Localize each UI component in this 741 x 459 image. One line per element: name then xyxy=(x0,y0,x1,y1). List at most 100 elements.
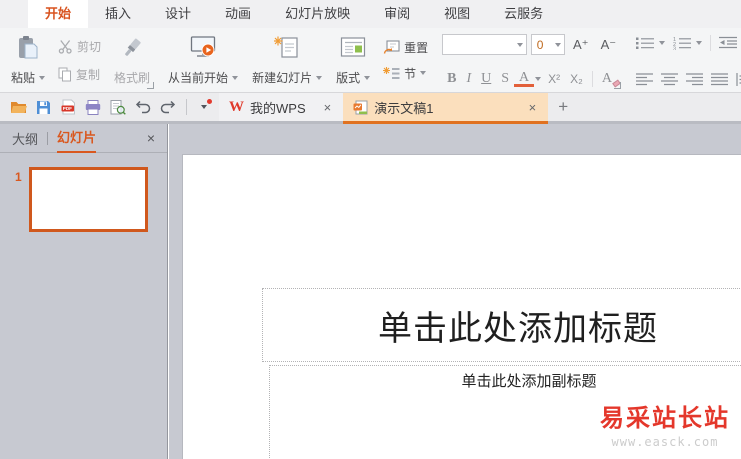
superscript-button[interactable]: X² xyxy=(543,72,565,86)
cut-icon xyxy=(58,39,73,54)
decrease-indent-button[interactable] xyxy=(715,35,741,50)
watermark-title: 易采站长站 xyxy=(600,406,730,432)
layout-button[interactable]: 版式 xyxy=(329,28,377,92)
add-tab-button[interactable]: + xyxy=(548,93,578,124)
menu-tab-slideshow[interactable]: 幻灯片放映 xyxy=(268,0,367,28)
toolbar-separator xyxy=(186,99,187,115)
chevron-down-icon[interactable] xyxy=(535,77,542,81)
menu-tab-design[interactable]: 设计 xyxy=(148,0,208,28)
menu-tab-review[interactable]: 审阅 xyxy=(367,0,427,28)
title-placeholder[interactable]: 单击此处添加标题 xyxy=(262,288,741,362)
font-size-select[interactable]: 0 xyxy=(530,34,566,55)
print-preview-icon xyxy=(110,99,126,115)
presentation-doc-icon xyxy=(353,100,368,115)
format-painter-icon xyxy=(120,35,144,61)
document-tab-bar: PDF W 我的WPS × 演示文稿1 × + xyxy=(0,93,741,124)
save-button[interactable] xyxy=(33,96,53,118)
save-icon xyxy=(36,100,50,114)
paste-icon xyxy=(16,35,40,61)
grow-font-button[interactable]: A⁺ xyxy=(569,37,593,53)
paste-label: 粘贴 xyxy=(11,71,36,85)
italic-button[interactable]: I xyxy=(461,71,476,87)
clear-format-label: A xyxy=(601,71,612,86)
notification-dot xyxy=(207,99,212,104)
bullet-list-button[interactable] xyxy=(632,35,669,51)
distribute-button[interactable] xyxy=(732,72,741,87)
svg-text:PDF: PDF xyxy=(62,106,71,111)
chevron-down-icon xyxy=(232,75,239,80)
menu-tab-insert[interactable]: 插入 xyxy=(88,0,148,28)
font-color-button[interactable]: A xyxy=(514,71,535,87)
export-pdf-button[interactable]: PDF xyxy=(58,96,78,118)
align-center-button[interactable] xyxy=(657,72,682,87)
layout-label: 版式 xyxy=(336,71,361,85)
tab-outline[interactable]: 大纲 xyxy=(12,129,38,148)
font-size-value: 0 xyxy=(536,37,544,52)
slide-thumbnail[interactable] xyxy=(29,167,148,232)
wps-logo-icon: W xyxy=(229,98,244,115)
print-preview-button[interactable] xyxy=(108,96,128,118)
close-icon[interactable]: × xyxy=(527,100,539,115)
chevron-down-icon xyxy=(659,40,666,45)
redo-button[interactable] xyxy=(158,96,178,118)
new-slide-button[interactable]: 新建幻灯片 xyxy=(245,28,329,92)
dialog-launcher-icon[interactable] xyxy=(147,82,155,89)
watermark-url: www.easck.com xyxy=(611,435,719,449)
print-button[interactable] xyxy=(83,96,103,118)
chevron-down-icon xyxy=(555,42,562,47)
font-group: 0 A⁺ A⁻ B I U S A X² X₂ A xyxy=(438,28,624,92)
undo-button[interactable] xyxy=(133,96,153,118)
chevron-down-icon xyxy=(316,75,323,80)
tab-document[interactable]: 演示文稿1 × xyxy=(343,93,549,124)
font-name-select[interactable] xyxy=(442,34,527,55)
close-icon[interactable]: × xyxy=(147,130,155,146)
subscript-button[interactable]: X₂ xyxy=(565,72,588,86)
section-icon xyxy=(383,66,400,81)
shrink-font-button[interactable]: A⁻ xyxy=(597,37,621,53)
numbered-list-button[interactable]: 123 xyxy=(669,35,706,51)
dialog-launcher-icon[interactable] xyxy=(614,82,622,89)
chevron-down-icon xyxy=(364,75,371,80)
slides-panel: 大纲 幻灯片 × 1 xyxy=(0,124,168,459)
justify-button[interactable] xyxy=(707,72,732,87)
customize-toolbar-button[interactable] xyxy=(195,96,213,118)
align-left-button[interactable] xyxy=(632,72,657,87)
menu-tab-animation[interactable]: 动画 xyxy=(208,0,268,28)
paste-button[interactable]: 粘贴 xyxy=(4,28,52,92)
new-slide-icon xyxy=(274,35,300,60)
menu-tab-home[interactable]: 开始 xyxy=(28,0,89,28)
copy-button[interactable]: 复制 xyxy=(54,64,105,85)
new-slide-label: 新建幻灯片 xyxy=(252,71,313,85)
align-right-button[interactable] xyxy=(682,72,707,87)
strikethrough-button[interactable]: S xyxy=(496,71,514,87)
copy-label: 复制 xyxy=(76,67,101,82)
watermark: 易采站长站 www.easck.com xyxy=(586,398,741,449)
tab-document-label: 演示文稿1 xyxy=(374,100,434,116)
menu-tab-cloud[interactable]: 云服务 xyxy=(487,0,560,28)
play-from-current-icon xyxy=(190,35,217,60)
ribbon-separator xyxy=(710,34,712,51)
underline-button[interactable]: U xyxy=(476,71,496,87)
ribbon: 粘贴 剪切 复制 格式刷 从当前开始 新建幻灯片 版式 重置 节 0 A⁺ A⁻… xyxy=(0,28,741,93)
tab-slides[interactable]: 幻灯片 xyxy=(57,123,97,153)
svg-text:3: 3 xyxy=(673,46,676,50)
menubar: 开始 插入 设计 动画 幻灯片放映 审阅 视图 云服务 xyxy=(0,0,741,28)
menu-tab-view[interactable]: 视图 xyxy=(427,0,487,28)
reset-button[interactable]: 重置 xyxy=(379,37,432,58)
slide-number: 1 xyxy=(15,170,22,184)
play-from-current-button[interactable]: 从当前开始 xyxy=(161,28,245,92)
open-folder-icon xyxy=(10,102,27,113)
reset-label: 重置 xyxy=(404,40,429,55)
slide-canvas[interactable]: 单击此处添加标题 单击此处添加副标题 易采站长站 www.easck.com xyxy=(183,155,741,459)
section-button[interactable]: 节 xyxy=(379,63,432,84)
close-icon[interactable]: × xyxy=(322,100,334,115)
open-folder-button[interactable] xyxy=(8,96,28,118)
bold-button[interactable]: B xyxy=(442,71,461,87)
cut-button[interactable]: 剪切 xyxy=(54,36,105,57)
cut-label: 剪切 xyxy=(77,39,102,54)
tab-my-wps[interactable]: W 我的WPS × xyxy=(219,93,344,124)
subtitle-placeholder-text: 单击此处添加副标题 xyxy=(461,374,597,390)
clipboard-group: 粘贴 剪切 复制 格式刷 xyxy=(0,28,157,92)
chevron-down-icon xyxy=(420,71,427,75)
chevron-down-icon xyxy=(201,105,207,109)
